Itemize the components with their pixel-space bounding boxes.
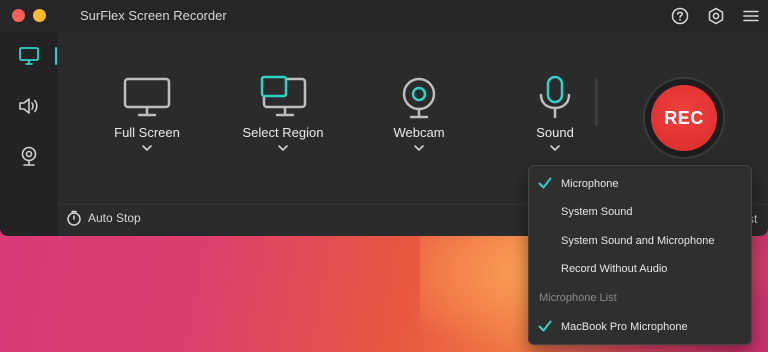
menu-item-label: MacBook Pro Microphone — [561, 321, 688, 333]
sound-dropdown-menu: Microphone System Sound System Sound and… — [528, 165, 752, 345]
sidebar-item-audio[interactable] — [17, 94, 41, 118]
mode-label: Webcam — [393, 125, 445, 140]
chevron-down-icon[interactable] — [413, 144, 425, 152]
chevron-down-icon[interactable] — [277, 144, 289, 152]
sidebar-item-screen[interactable] — [17, 44, 41, 68]
sidebar-item-webcam[interactable] — [17, 144, 41, 168]
minimize-window-button[interactable] — [33, 9, 46, 22]
timer-icon — [67, 210, 81, 226]
sidebar-active-indicator — [55, 47, 57, 65]
title-bar: SurFlex Screen Recorder — [0, 0, 768, 32]
menu-item-label: Record Without Audio — [561, 263, 668, 275]
monitor-icon — [123, 77, 171, 117]
chevron-down-icon[interactable] — [549, 144, 561, 152]
region-icon — [260, 75, 307, 117]
menu-item-system-sound-and-microphone[interactable]: System Sound and Microphone — [529, 229, 751, 253]
auto-stop-button[interactable]: Auto Stop — [66, 210, 141, 226]
record-button[interactable]: REC — [651, 85, 717, 151]
settings-icon[interactable] — [706, 6, 726, 26]
mode-full-screen[interactable]: Full Screen — [87, 75, 207, 152]
monitor-icon — [19, 47, 39, 65]
divider — [595, 78, 598, 126]
mode-label: Select Region — [242, 125, 324, 140]
webcam-icon — [402, 77, 436, 119]
check-icon — [538, 177, 552, 189]
webcam-icon — [21, 146, 37, 166]
mode-label: Sound — [536, 125, 574, 140]
menu-item-system-sound[interactable]: System Sound — [529, 200, 751, 224]
menu-item-label: Microphone — [561, 178, 619, 190]
mode-webcam[interactable]: Webcam — [359, 75, 479, 152]
speaker-icon — [19, 98, 38, 114]
menu-item-macbook-pro-microphone[interactable]: MacBook Pro Microphone — [529, 315, 751, 339]
close-window-button[interactable] — [12, 9, 25, 22]
check-icon — [538, 320, 552, 332]
chevron-down-icon[interactable] — [141, 144, 153, 152]
menu-item-label: System Sound — [561, 206, 633, 218]
app-title: SurFlex Screen Recorder — [80, 8, 227, 23]
menu-item-label: System Sound and Microphone — [561, 235, 715, 247]
help-icon[interactable] — [670, 6, 690, 26]
microphone-list-heading: Microphone List — [539, 292, 617, 304]
menu-item-microphone[interactable]: Microphone — [529, 172, 751, 196]
microphone-icon — [539, 75, 571, 119]
mode-select-region[interactable]: Select Region — [223, 75, 343, 152]
menu-icon[interactable] — [741, 6, 761, 26]
auto-stop-label: Auto Stop — [88, 211, 141, 225]
mode-label: Full Screen — [114, 125, 180, 140]
menu-item-record-without-audio[interactable]: Record Without Audio — [529, 257, 751, 281]
